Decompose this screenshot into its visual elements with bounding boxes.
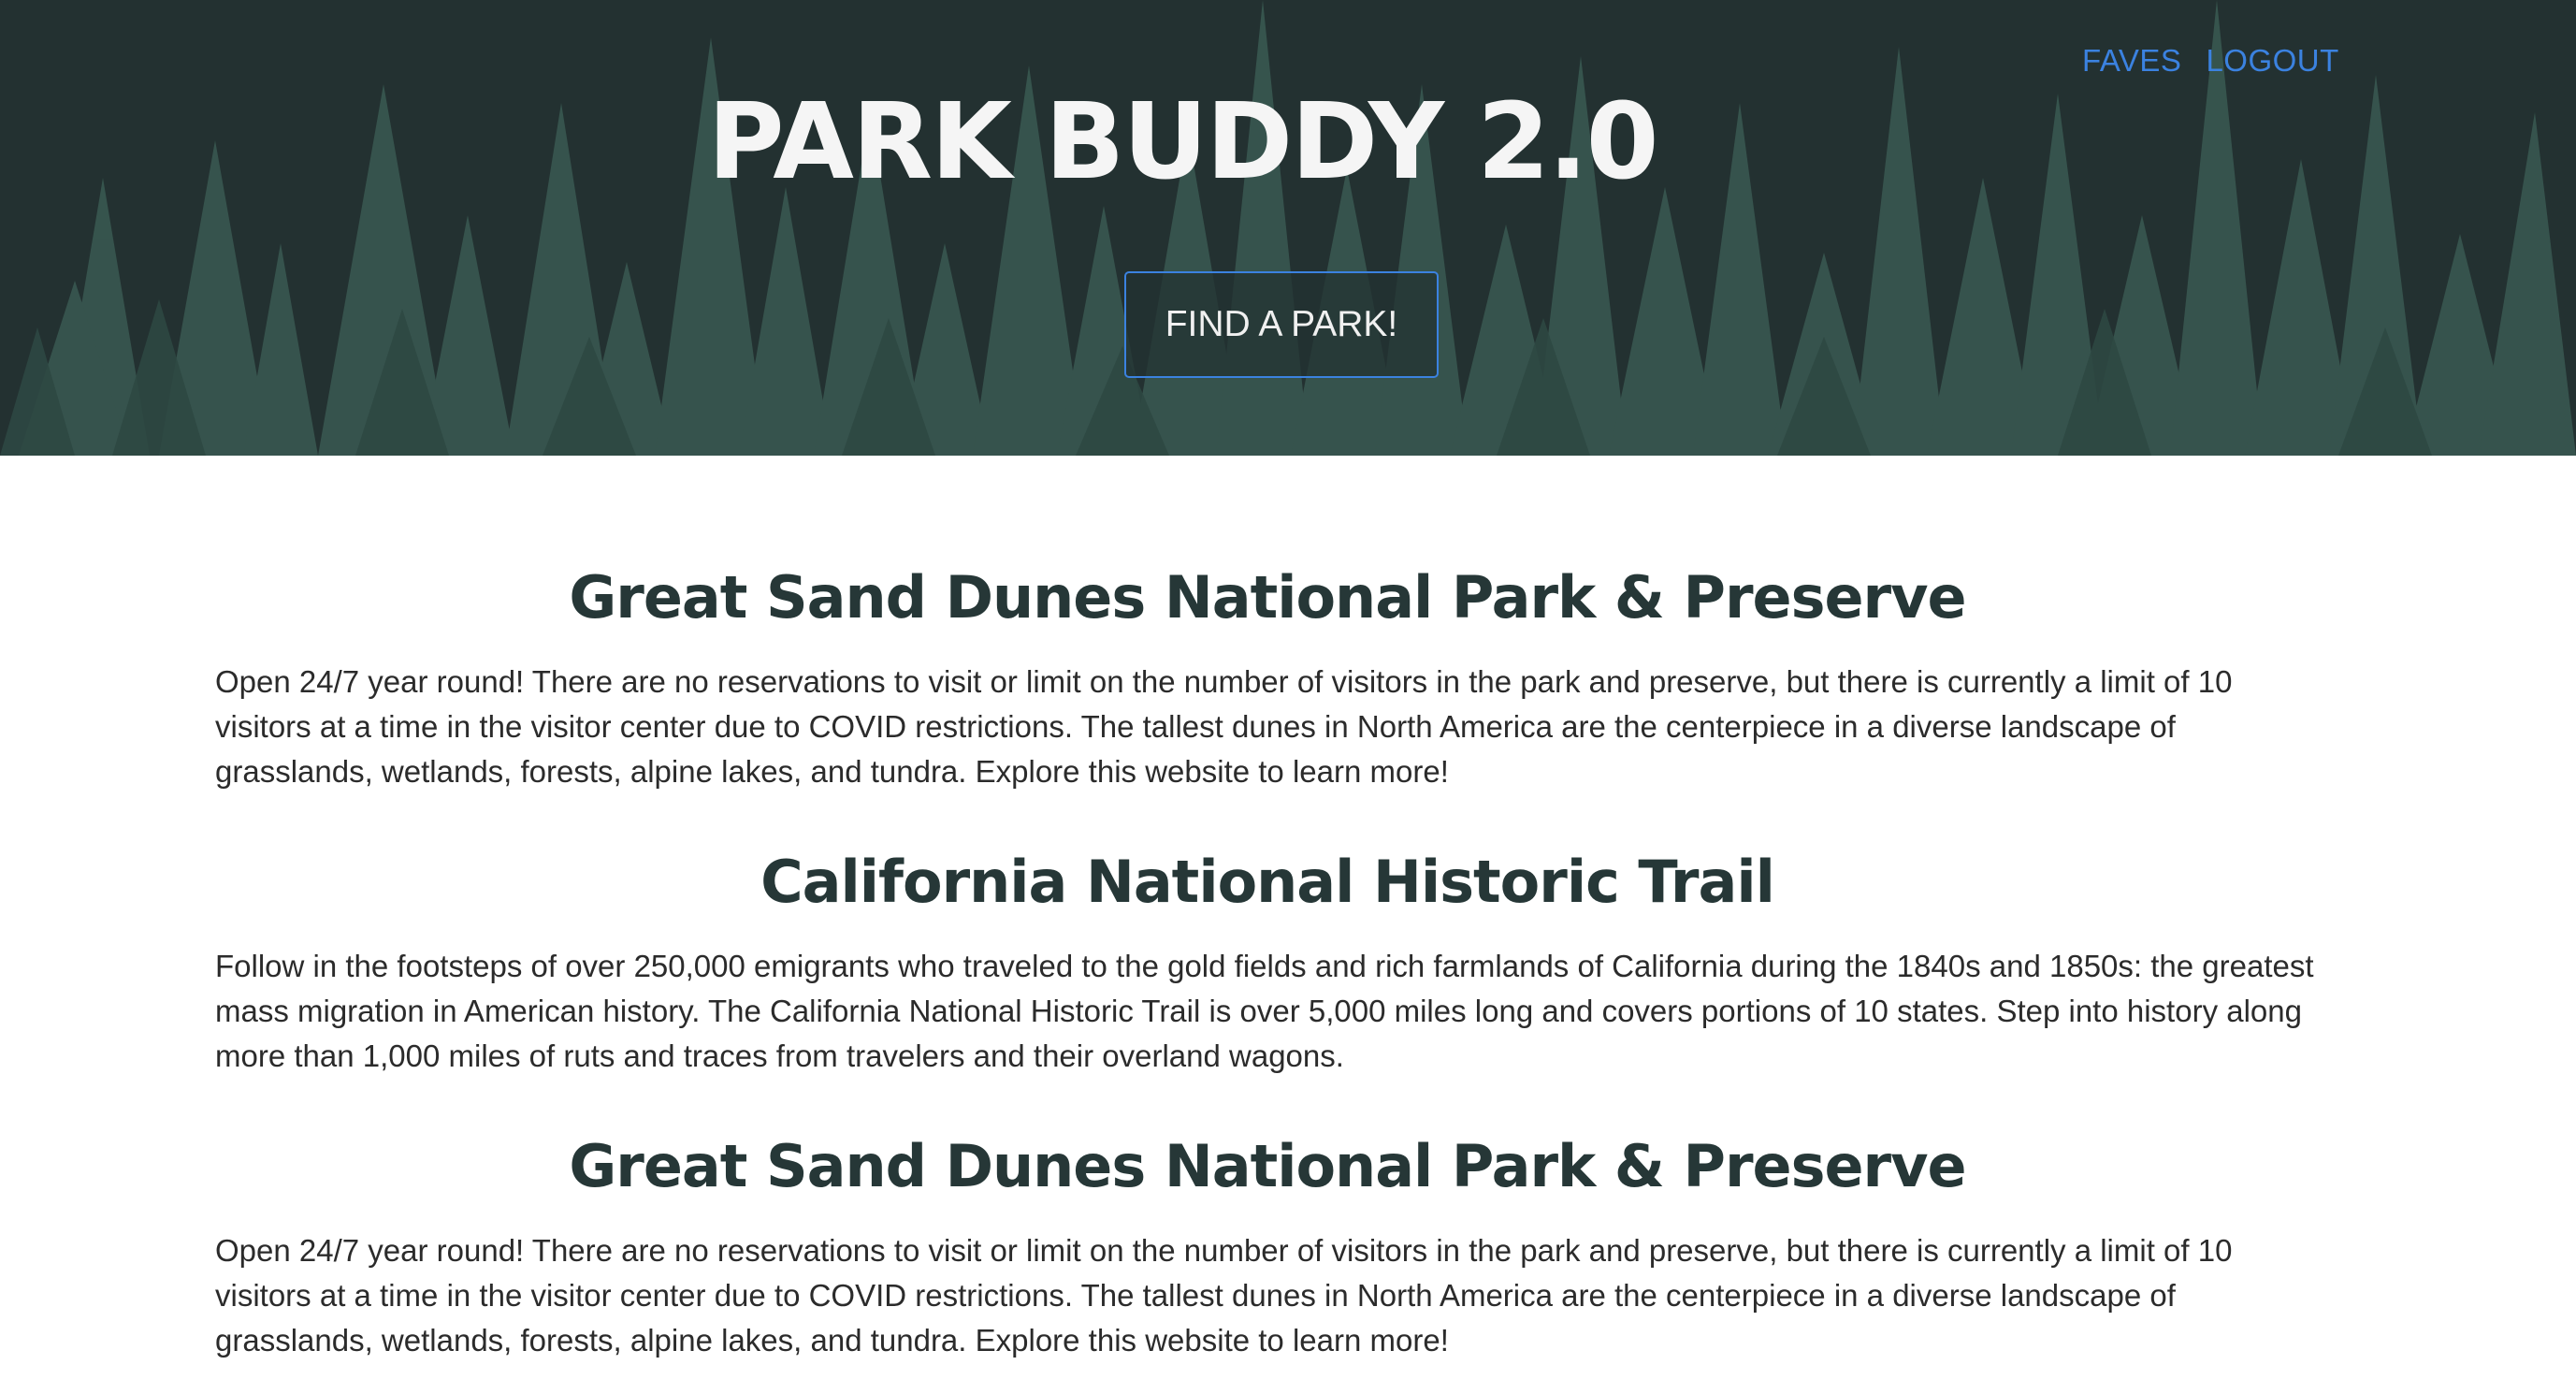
nav-link-faves[interactable]: FAVES [2082, 43, 2181, 79]
nav-link-logout[interactable]: LOGOUT [2206, 43, 2338, 79]
find-park-button[interactable]: FIND A PARK! [1124, 271, 1439, 378]
site-title: PARK BUDDY 2.0 [707, 81, 1658, 203]
park-description: Open 24/7 year round! There are no reser… [215, 664, 2233, 789]
park-description: Follow in the footsteps of over 250,000 … [215, 949, 2314, 1073]
park-card: California National Historic Trail Follo… [215, 845, 2320, 1079]
park-description: Open 24/7 year round! There are no reser… [215, 1233, 2233, 1358]
park-title: Great Sand Dunes National Park & Preserv… [569, 1132, 1966, 1200]
park-card: Great Sand Dunes National Park & Preserv… [215, 1129, 2320, 1363]
park-card: Great Sand Dunes National Park & Preserv… [215, 560, 2320, 794]
hero-banner: FAVES LOGOUT PARK BUDDY 2.0 FIND A PARK! [0, 0, 2576, 456]
park-title: Great Sand Dunes National Park & Preserv… [569, 563, 1966, 632]
park-title: California National Historic Trail [760, 848, 1775, 916]
park-list: Great Sand Dunes National Park & Preserv… [0, 456, 2576, 1394]
top-nav: FAVES LOGOUT [2082, 43, 2339, 79]
